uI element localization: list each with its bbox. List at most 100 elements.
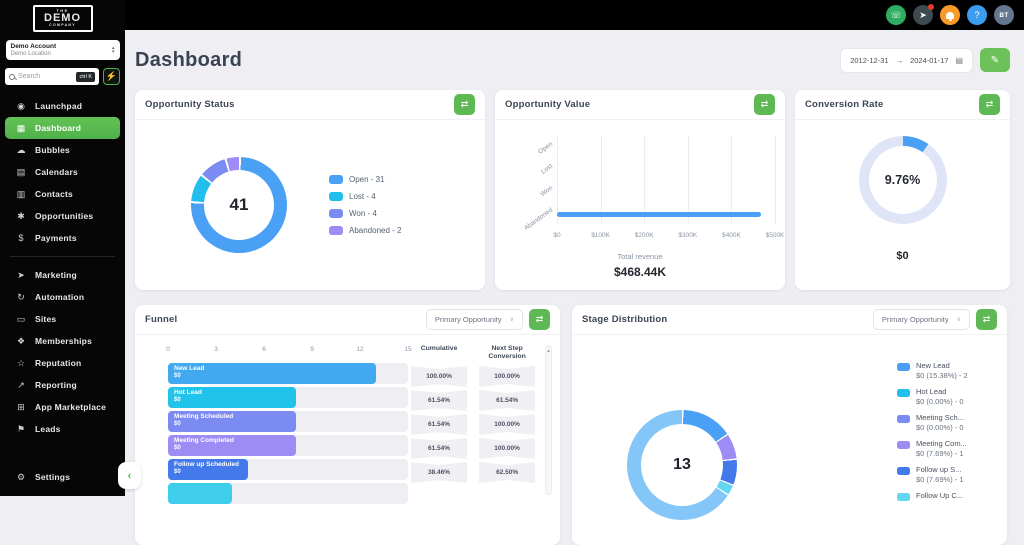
- avatar[interactable]: BT: [994, 5, 1014, 25]
- stage-legend-item-meeting-sch[interactable]: Meeting Sch...$0 (0.00%) - 0: [897, 413, 968, 432]
- legend-label: Abandoned - 2: [349, 226, 402, 235]
- funnel-pipeline-select[interactable]: Primary Opportunity ∨: [426, 309, 523, 330]
- stage-filter-button[interactable]: ⇄: [976, 309, 997, 330]
- conversion-body: 9.76% $0: [795, 120, 1010, 290]
- edit-dashboard-button[interactable]: ✎: [980, 48, 1010, 72]
- sidebar-item-opportunities[interactable]: ✱Opportunities: [5, 205, 120, 227]
- card-row-2: Funnel Primary Opportunity ∨ ⇄ 03691215 …: [135, 305, 1010, 545]
- help-icon[interactable]: ?: [967, 5, 987, 25]
- phone-icon[interactable]: ☏: [886, 5, 906, 25]
- legend-item-won-4[interactable]: Won - 4: [329, 209, 402, 218]
- value-filter-button[interactable]: ⇄: [754, 94, 775, 115]
- sidebar-item-label: Launchpad: [35, 101, 82, 111]
- stage-legend-item-hot-lead[interactable]: Hot Lead$0 (0.00%) - 0: [897, 387, 968, 406]
- legend-item-open-31[interactable]: Open - 31: [329, 175, 402, 184]
- nav-divider: [10, 256, 115, 257]
- sidebar-item-label: Leads: [35, 424, 61, 434]
- legend-swatch: [897, 415, 910, 423]
- stage-legend-item-new-lead[interactable]: New Lead$0 (15.38%) - 2: [897, 361, 968, 380]
- sidebar-item-memberships[interactable]: ❖ Memberships: [5, 330, 120, 352]
- cumulative-badge: 61.54%: [411, 390, 467, 411]
- search-placeholder: Search: [18, 73, 73, 80]
- legend-label: Won - 4: [349, 209, 377, 218]
- sidebar-item-label: Memberships: [35, 336, 92, 346]
- x-axis-tick: $200K: [635, 232, 654, 239]
- legend-value: $0 (0.00%) - 0: [916, 397, 964, 406]
- sidebar-item-launchpad[interactable]: ◉Launchpad: [5, 95, 120, 117]
- quick-actions-button[interactable]: ⚡: [103, 68, 120, 85]
- funnel-stage-amount: $0: [174, 445, 296, 451]
- topbar-icons: ☏ ➤ ? BT: [886, 5, 1014, 25]
- funnel-scrollbar[interactable]: ▲: [545, 345, 552, 495]
- total-revenue-value: $468.44K: [495, 265, 785, 279]
- arrow-right-icon: →: [896, 56, 904, 65]
- app-marketplace-icon: ⊞: [15, 402, 27, 413]
- search-input[interactable]: Search ctrl K: [5, 68, 99, 85]
- sidebar-item-payments[interactable]: $Payments: [5, 227, 120, 249]
- sidebar-item-label: Sites: [35, 314, 56, 324]
- sidebar-item-label: Contacts: [35, 189, 73, 199]
- next-step-badge: 100.00%: [479, 366, 535, 387]
- sidebar-item-reporting[interactable]: ↗Reporting: [5, 374, 120, 396]
- card-title: Opportunity Status: [145, 99, 235, 110]
- sidebar-item-marketing[interactable]: ➤Marketing: [5, 264, 120, 286]
- account-switcher[interactable]: Demo Account Demo Location ▴ ▾: [6, 40, 120, 60]
- sidebar-collapse-button[interactable]: ‹: [118, 462, 141, 489]
- legend-swatch: [897, 467, 910, 475]
- legend-text: Follow up S...$0 (7.69%) - 1: [916, 465, 964, 484]
- question-glyph: ?: [974, 10, 979, 20]
- sidebar-item-label: Reputation: [35, 358, 81, 368]
- funnel-stage-amount: $0: [174, 397, 296, 403]
- funnel-filter-button[interactable]: ⇄: [529, 309, 550, 330]
- grid-line: [775, 135, 776, 225]
- next-step-badge: 100.00%: [479, 438, 535, 459]
- sidebar-item-dashboard[interactable]: ▦Dashboard: [5, 117, 120, 139]
- next-step-badge: 61.54%: [479, 390, 535, 411]
- announcements-icon[interactable]: ➤: [913, 5, 933, 25]
- date-range-picker[interactable]: 2012-12-31 → 2024-01-17 ▤: [840, 48, 973, 73]
- cumulative-badge: 100.00%: [411, 366, 467, 387]
- sidebar-item-automation[interactable]: ↻ Automation: [5, 286, 120, 308]
- legend-text: Meeting Com...$0 (7.69%) - 1: [916, 439, 967, 458]
- card-row-1: Opportunity Status ⇄ 41 Open - 31 Lost - …: [135, 90, 1010, 290]
- status-legend: Open - 31 Lost - 4 Won - 4 Abandoned - 2: [329, 175, 402, 235]
- bell-icon[interactable]: [940, 5, 960, 25]
- conversion-filter-button[interactable]: ⇄: [979, 94, 1000, 115]
- contacts-icon: ▥: [15, 189, 27, 200]
- legend-item-lost-4[interactable]: Lost - 4: [329, 192, 402, 201]
- sidebar-item-sites[interactable]: ▭Sites: [5, 308, 120, 330]
- cumulative-header: Cumulative: [421, 345, 458, 363]
- date-from: 2012-12-31: [850, 56, 888, 65]
- sidebar-item-leads[interactable]: ⚑Leads: [5, 418, 120, 440]
- next-step-badge: 100.00%: [479, 414, 535, 435]
- automation-icon: ↻: [15, 292, 27, 303]
- cumulative-badge: 61.54%: [411, 414, 467, 435]
- memberships-icon: ❖: [15, 336, 27, 347]
- funnel-stage-label: Meeting Scheduled: [174, 413, 296, 420]
- sidebar-item-settings[interactable]: ⚙ Settings: [5, 466, 120, 488]
- legend-item-abandoned-2[interactable]: Abandoned - 2: [329, 226, 402, 235]
- stage-legend-item-follow-up-s[interactable]: Follow up S...$0 (7.69%) - 1: [897, 465, 968, 484]
- funnel-row-hot-lead: Hot Lead$0: [168, 387, 408, 408]
- conversion-rate-card: Conversion Rate ⇄ 9.76% $0: [795, 90, 1010, 290]
- card-title: Stage Distribution: [582, 314, 667, 325]
- sidebar-item-contacts[interactable]: ▥ Contacts: [5, 183, 120, 205]
- sidebar-item-reputation[interactable]: ☆Reputation: [5, 352, 120, 374]
- card-title: Conversion Rate: [805, 99, 884, 110]
- calendar-icon: ▤: [955, 56, 963, 65]
- stage-legend-item-follow-up-c[interactable]: Follow Up C...: [897, 491, 968, 501]
- sidebar-item-bubbles[interactable]: ☁Bubbles: [5, 139, 120, 161]
- legend-name: Meeting Sch...: [916, 413, 964, 422]
- status-filter-button[interactable]: ⇄: [454, 94, 475, 115]
- sidebar-item-app-marketplace[interactable]: ⊞App Marketplace: [5, 396, 120, 418]
- sidebar-item-calendars[interactable]: ▤Calendars: [5, 161, 120, 183]
- page-header: Dashboard 2012-12-31 → 2024-01-17 ▤ ✎: [135, 30, 1010, 90]
- next-step-badge: 62.50%: [479, 462, 535, 483]
- megaphone-glyph: ➤: [919, 10, 927, 21]
- stage-legend-item-meeting-com[interactable]: Meeting Com...$0 (7.69%) - 1: [897, 439, 968, 458]
- donut-center-total: 41: [204, 170, 274, 240]
- sidebar-item-label: Automation: [35, 292, 84, 302]
- stage-pipeline-select[interactable]: Primary Opportunity ∨: [873, 309, 970, 330]
- funnel-stage-label: New Lead: [174, 365, 376, 372]
- legend-text: New Lead$0 (15.38%) - 2: [916, 361, 968, 380]
